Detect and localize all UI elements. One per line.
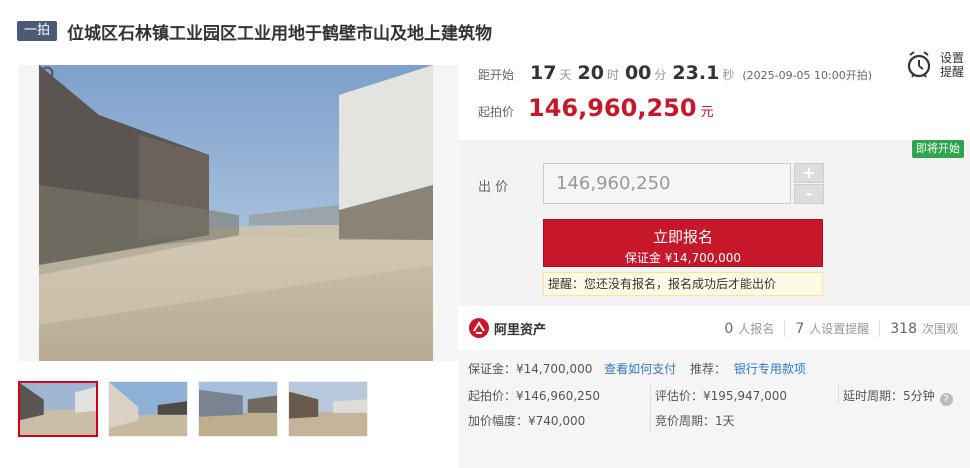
how-to-pay-link[interactable]: 查看如何支付	[604, 362, 676, 376]
extension-period-text: 延时周期：5分钟	[843, 389, 935, 403]
bid-label: 出 价	[478, 180, 509, 195]
view-count-label: 次围观	[921, 322, 958, 336]
countdown-seconds-unit: 秒	[722, 68, 735, 82]
deposit-row: 保证金：¥14,700,000 查看如何支付 推荐： 银行专用款项	[468, 360, 806, 377]
platform-logo: 阿里资产	[468, 317, 546, 339]
signup-count: 0	[724, 321, 734, 337]
start-time-note: (2025-09-05 10:00开拍)	[742, 69, 873, 82]
reminder-count: 7	[795, 321, 805, 337]
alarm-clock-icon	[907, 51, 931, 78]
thumbnail-3[interactable]	[198, 381, 278, 437]
auction-details: 保证金：¥14,700,000 查看如何支付 推荐： 银行专用款项 起拍价：¥1…	[458, 350, 970, 468]
signup-notice: 提醒：您还没有报名，报名成功后才能出价	[543, 272, 823, 296]
divider	[784, 320, 786, 337]
main-photo[interactable]	[18, 65, 458, 361]
zoom-icon[interactable]	[39, 65, 59, 85]
page-title: 位城区石林镇工业园区工业用地于鹤壁市山及地上建筑物	[67, 23, 493, 44]
bid-panel: 即将开始 出 价 + - 立即报名 保证金 ¥14,700,000 提醒：您还没…	[458, 140, 970, 306]
extension-period: 延时周期：5分钟?	[843, 387, 953, 406]
auction-round-badge: 一拍	[17, 21, 58, 41]
thumbnail-4[interactable]	[288, 381, 368, 437]
start-price: 起拍价 146,960,250 元	[478, 94, 714, 122]
divider	[838, 384, 839, 404]
view-count: 318	[890, 321, 917, 337]
signup-button-label: 立即报名	[652, 228, 713, 246]
countdown-days-unit: 天	[559, 68, 572, 82]
status-badge: 即将开始	[912, 140, 964, 158]
deposit-text: 保证金：¥14,700,000	[468, 362, 593, 376]
countdown-minutes-unit: 分	[654, 68, 667, 82]
stats-bar: 阿里资产 0 人报名 7 人设置提醒 318 次围观	[458, 310, 970, 348]
reminder-count-label: 人设置提醒	[809, 322, 870, 336]
help-icon[interactable]: ?	[939, 393, 953, 406]
set-reminder-label: 设置提醒	[939, 51, 964, 79]
main-photo-image	[39, 65, 433, 361]
start-price-unit: 元	[700, 105, 714, 120]
bid-increment: 加价幅度：¥740,000	[468, 414, 586, 428]
start-price-label: 起拍价	[478, 105, 515, 119]
divider	[650, 384, 651, 432]
signup-count-label: 人报名	[738, 322, 775, 336]
bid-amount-input[interactable]	[543, 163, 791, 204]
thumbnail-strip	[18, 381, 378, 437]
platform-name: 阿里资产	[494, 322, 547, 338]
recommend-label: 推荐：	[690, 362, 727, 376]
ali-assets-logo-icon	[469, 318, 489, 338]
stat-counters: 0 人报名 7 人设置提醒 318 次围观	[724, 320, 958, 337]
decrease-bid-button[interactable]: -	[794, 184, 824, 204]
divider	[879, 320, 881, 337]
title-row: 一拍 位城区石林镇工业园区工业用地于鹤壁市山及地上建筑物	[17, 20, 493, 44]
dedicated-account-link[interactable]: 银行专用款项	[734, 362, 806, 376]
signup-deposit-text: 保证金 ¥14,700,000	[624, 251, 742, 265]
set-reminder-button[interactable]: 设置提醒	[906, 50, 966, 80]
start-price-value: 146,960,250	[528, 94, 697, 122]
countdown-days: 17	[530, 62, 557, 84]
bid-cycle: 竞价周期：1天	[655, 414, 735, 428]
countdown-seconds: 23.1	[672, 62, 720, 84]
signup-button[interactable]: 立即报名 保证金 ¥14,700,000	[543, 219, 823, 267]
start-price-detail: 起拍价：¥146,960,250	[468, 389, 600, 403]
countdown: 距开始 17 天 20 时 00 分 23.1 秒 (2025-09-05 10…	[478, 62, 872, 84]
countdown-minutes: 00	[624, 62, 652, 84]
countdown-label: 距开始	[478, 68, 515, 82]
assessed-price: 评估价：¥195,947,000	[655, 389, 787, 403]
countdown-hours: 20	[577, 62, 604, 84]
thumbnail-2[interactable]	[108, 381, 188, 437]
increase-bid-button[interactable]: +	[794, 163, 824, 183]
thumbnail-1[interactable]	[18, 381, 98, 437]
countdown-hours-unit: 时	[606, 68, 619, 82]
